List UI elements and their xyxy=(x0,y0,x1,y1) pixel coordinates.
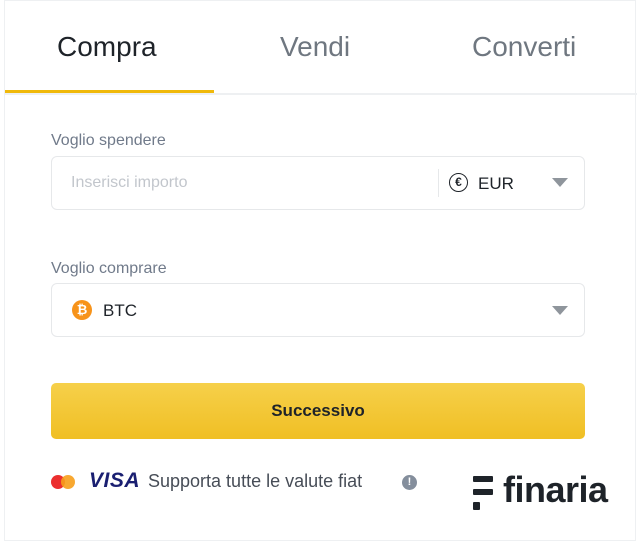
chevron-down-icon[interactable] xyxy=(552,178,568,187)
active-tab-indicator xyxy=(5,90,214,93)
trade-card: Compra Vendi Converti Voglio spendere In… xyxy=(4,0,637,541)
finaria-wordmark: finaria xyxy=(503,469,608,510)
field-divider xyxy=(438,169,439,197)
tab-converti[interactable]: Converti xyxy=(472,31,576,63)
currency-select[interactable]: EUR xyxy=(478,174,514,194)
tab-bar: Compra Vendi Converti xyxy=(5,1,637,95)
spend-field: Inserisci importo € EUR xyxy=(51,156,585,210)
visa-logo: VISA xyxy=(89,469,141,492)
amount-input[interactable]: Inserisci importo xyxy=(71,174,187,192)
euro-icon: € xyxy=(449,173,468,192)
tab-compra[interactable]: Compra xyxy=(57,31,157,63)
buy-label: Voglio comprare xyxy=(51,260,167,277)
next-button[interactable]: Successivo xyxy=(51,383,585,439)
bitcoin-icon: ₿ xyxy=(72,300,92,320)
coin-select[interactable]: ₿ BTC xyxy=(51,283,585,337)
spend-label: Voglio spendere xyxy=(51,132,166,149)
info-icon[interactable]: ! xyxy=(402,475,417,490)
tab-vendi[interactable]: Vendi xyxy=(280,31,350,63)
chevron-down-icon[interactable] xyxy=(552,306,568,315)
coin-label: BTC xyxy=(103,301,137,320)
fiat-support-text: Supporta tutte le valute fiat xyxy=(148,471,363,491)
mastercard-icon xyxy=(51,473,81,491)
finaria-mark-icon xyxy=(473,476,495,510)
